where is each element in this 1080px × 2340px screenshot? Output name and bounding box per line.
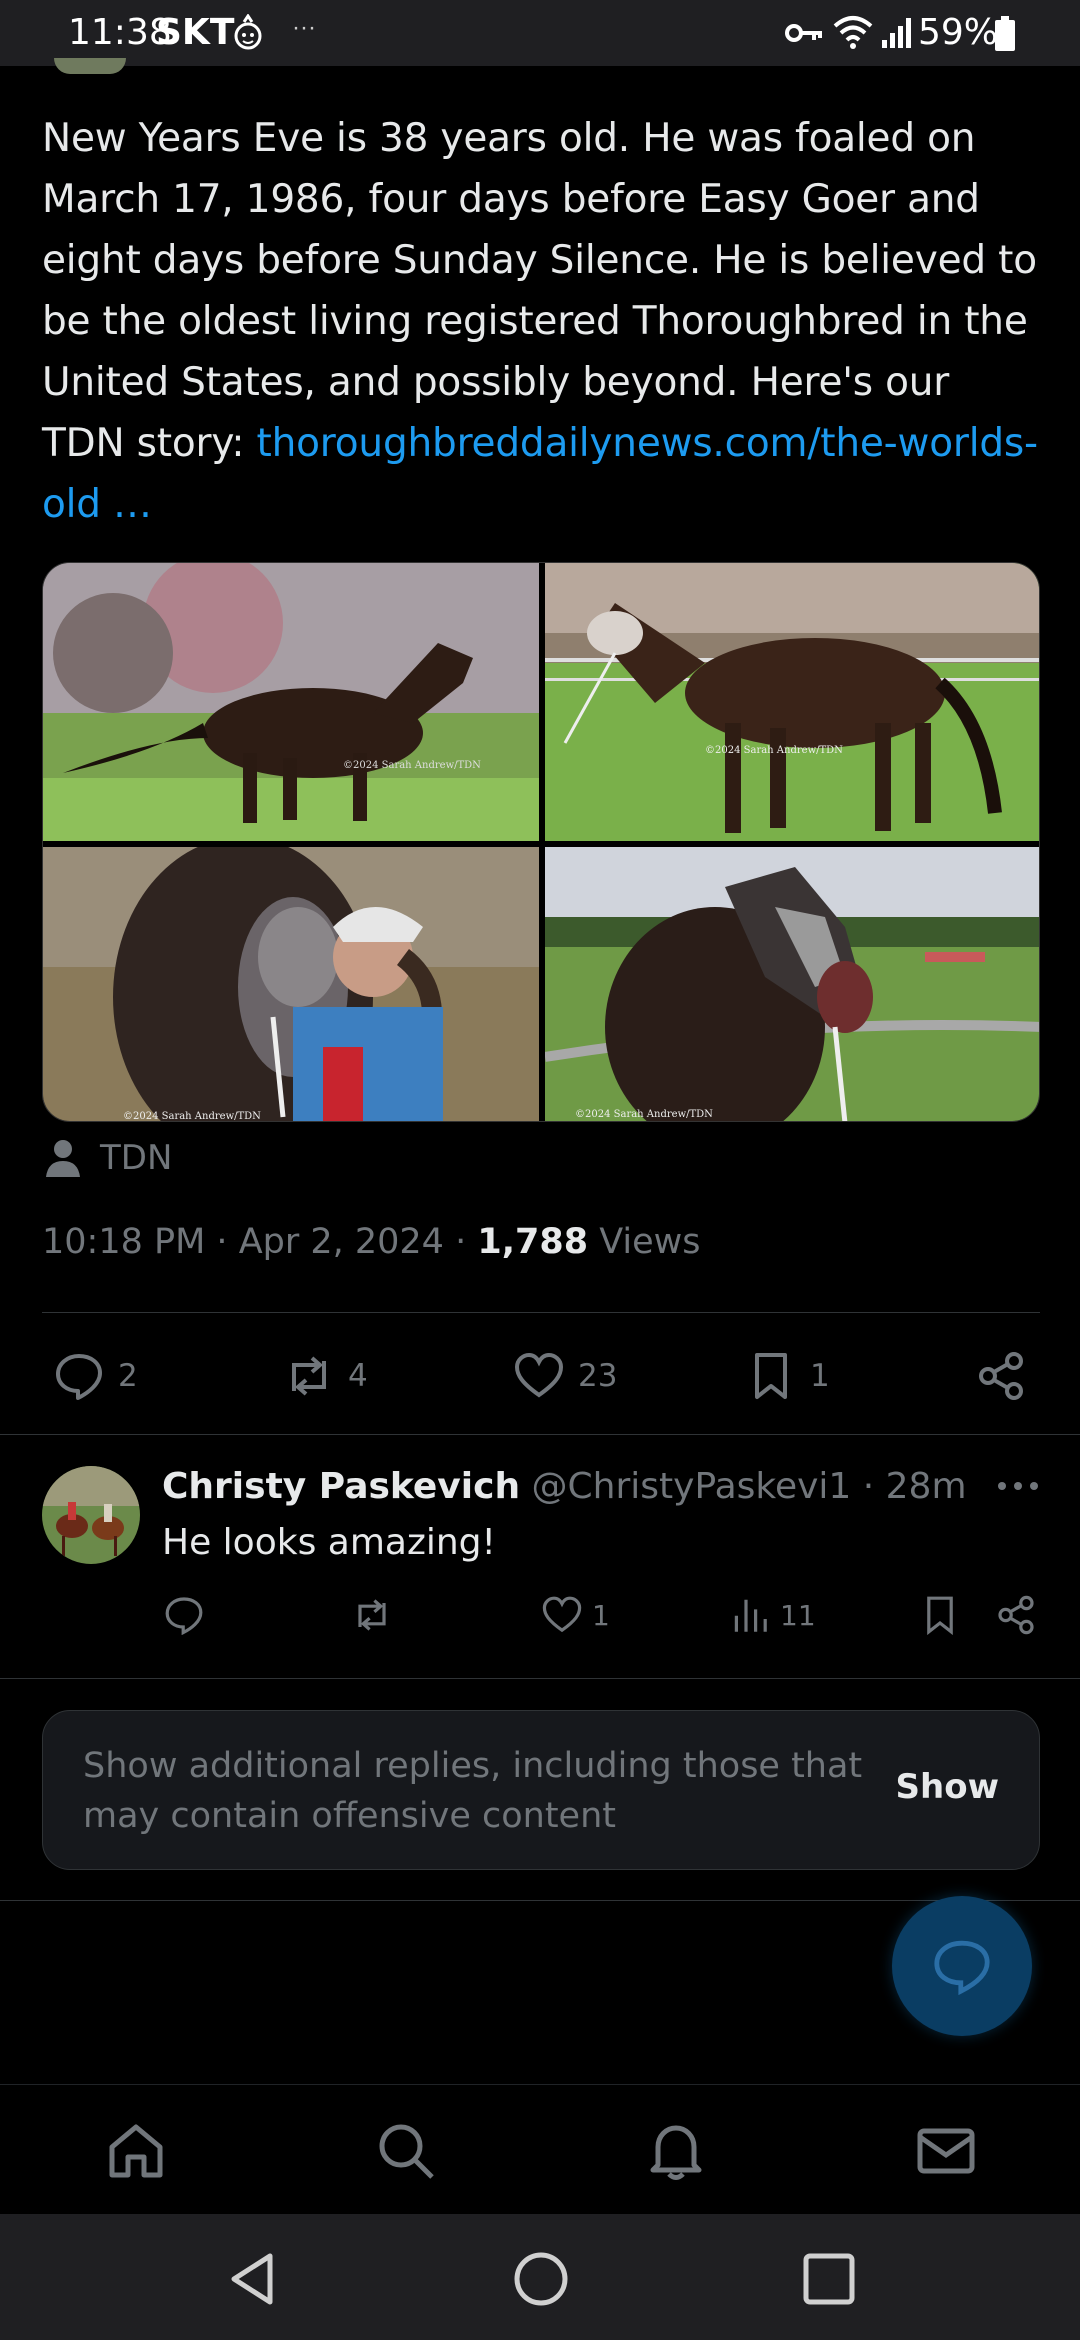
reply-time: 28m: [885, 1466, 967, 1507]
reply-button[interactable]: 2: [54, 1348, 138, 1404]
views-count[interactable]: 1,788: [477, 1222, 588, 1262]
media-credit: TDN: [46, 1136, 172, 1180]
show-button[interactable]: Show: [896, 1767, 999, 1807]
share-icon: [998, 1595, 1034, 1635]
media-grid: ©2024 Sarah Andrew/TDN ©2024 Sarah Andre…: [42, 562, 1040, 1122]
status-bar: 11:38 SKT ··· 59%: [0, 0, 1080, 66]
repost-icon: [358, 1599, 386, 1631]
reply-author-name[interactable]: Christy Paskevich: [162, 1466, 520, 1507]
search-icon: [379, 2124, 434, 2179]
meta-separator: ·: [205, 1222, 239, 1262]
divider: [42, 1312, 1040, 1313]
tab-search[interactable]: [374, 2119, 438, 2183]
reply-reply-button[interactable]: [164, 1590, 204, 1640]
compose-reply-fab[interactable]: [892, 1896, 1032, 2036]
reply-view-count: 11: [780, 1598, 816, 1632]
reply-like-count: 1: [592, 1598, 610, 1632]
reply-avatar[interactable]: [42, 1466, 140, 1564]
reply-repost-button[interactable]: [352, 1590, 392, 1640]
back-icon: [231, 2253, 273, 2305]
reply-text: He looks amazing!: [162, 1522, 496, 1563]
heart-icon: [514, 1352, 564, 1398]
bookmark-count: 1: [810, 1358, 830, 1394]
like-button[interactable]: 23: [514, 1348, 617, 1404]
vpn-key-icon: [785, 24, 822, 42]
post-time: 10:18 PM: [42, 1222, 206, 1262]
repost-button[interactable]: 4: [284, 1348, 368, 1404]
wifi-icon: [833, 16, 873, 49]
carrier-mascot-icon: [234, 14, 262, 50]
nav-back-button[interactable]: [226, 2250, 284, 2308]
tab-notifications[interactable]: [644, 2119, 708, 2183]
reply-item[interactable]: Christy Paskevich @ChristyPaskevi1 · 28m…: [0, 1436, 1080, 1678]
tab-home[interactable]: [104, 2119, 168, 2183]
reply-header: Christy Paskevich @ChristyPaskevi1 · 28m: [162, 1466, 967, 1507]
reply-bookmark-button[interactable]: [920, 1590, 960, 1640]
repost-icon: [292, 1356, 326, 1396]
photo-1[interactable]: ©2024 Sarah Andrew/TDN: [43, 563, 539, 841]
reply-icon: [56, 1354, 102, 1400]
divider: [0, 1434, 1080, 1435]
additional-replies-text: Show additional replies, including those…: [83, 1746, 863, 1836]
recents-icon: [803, 2253, 855, 2305]
bookmark-button[interactable]: 1: [746, 1348, 830, 1404]
nav-home-button[interactable]: [512, 2250, 570, 2308]
more-options-icon[interactable]: [996, 1476, 1040, 1496]
like-count: 23: [578, 1358, 618, 1394]
meta-separator: ·: [851, 1466, 886, 1507]
photo-2[interactable]: ©2024 Sarah Andrew/TDN: [545, 563, 1039, 841]
watermark-1: ©2024 Sarah Andrew/TDN: [343, 760, 481, 771]
repost-count: 4: [348, 1358, 368, 1394]
photo-4[interactable]: ©2024 Sarah Andrew/TDN: [545, 847, 1039, 1121]
reply-icon: [165, 1597, 203, 1635]
analytics-icon: [734, 1599, 767, 1632]
reply-views-button[interactable]: 11: [730, 1590, 816, 1640]
views-label: Views: [599, 1222, 701, 1262]
post-meta: 10:18 PM · Apr 2, 2024 · 1,788 Views: [42, 1222, 701, 1262]
system-nav-bar: [0, 2214, 1080, 2340]
nav-recents-button[interactable]: [800, 2250, 858, 2308]
bottom-tab-bar: [0, 2084, 1080, 2214]
photo-3[interactable]: ©2024 Sarah Andrew/TDN: [43, 847, 539, 1122]
watermark-4: ©2024 Sarah Andrew/TDN: [575, 1109, 713, 1120]
battery-icon: [995, 16, 1015, 51]
share-button[interactable]: [976, 1348, 1026, 1404]
post-action-bar: 2 4 23 1: [0, 1340, 1080, 1412]
signal-icon: [882, 18, 911, 48]
tab-messages[interactable]: [914, 2119, 978, 2183]
reply-icon: [934, 1940, 990, 1996]
status-carrier: SKT: [156, 12, 235, 53]
meta-separator: ·: [443, 1222, 478, 1262]
author-avatar[interactable]: [54, 58, 126, 74]
person-icon: [46, 1140, 80, 1177]
divider: [0, 1678, 1080, 1679]
share-icon: [979, 1352, 1023, 1400]
reply-author-handle[interactable]: @ChristyPaskevi1: [532, 1466, 852, 1507]
reply-like-button[interactable]: 1: [542, 1590, 610, 1640]
home-icon: [109, 2124, 163, 2178]
divider: [0, 1900, 1080, 1901]
bookmark-icon: [927, 1596, 953, 1635]
watermark-3: ©2024 Sarah Andrew/TDN: [123, 1111, 261, 1122]
bell-icon: [650, 2125, 702, 2180]
watermark-2: ©2024 Sarah Andrew/TDN: [705, 745, 843, 756]
additional-replies-box: Show additional replies, including those…: [42, 1710, 1040, 1870]
media-credit-label: TDN: [100, 1138, 173, 1178]
bookmark-icon: [755, 1353, 787, 1399]
post-date: Apr 2, 2024: [238, 1222, 444, 1262]
post-text: New Years Eve is 38 years old. He was fo…: [42, 108, 1042, 535]
reply-share-button[interactable]: [996, 1590, 1036, 1640]
reply-count: 2: [118, 1358, 138, 1394]
home-circle-icon: [514, 2252, 568, 2306]
post-body: New Years Eve is 38 years old. He was fo…: [42, 116, 1037, 466]
battery-percent: 59%: [918, 12, 999, 53]
heart-icon: [542, 1596, 582, 1633]
status-more-indicator: ···: [292, 14, 316, 41]
mail-icon: [917, 2128, 975, 2174]
